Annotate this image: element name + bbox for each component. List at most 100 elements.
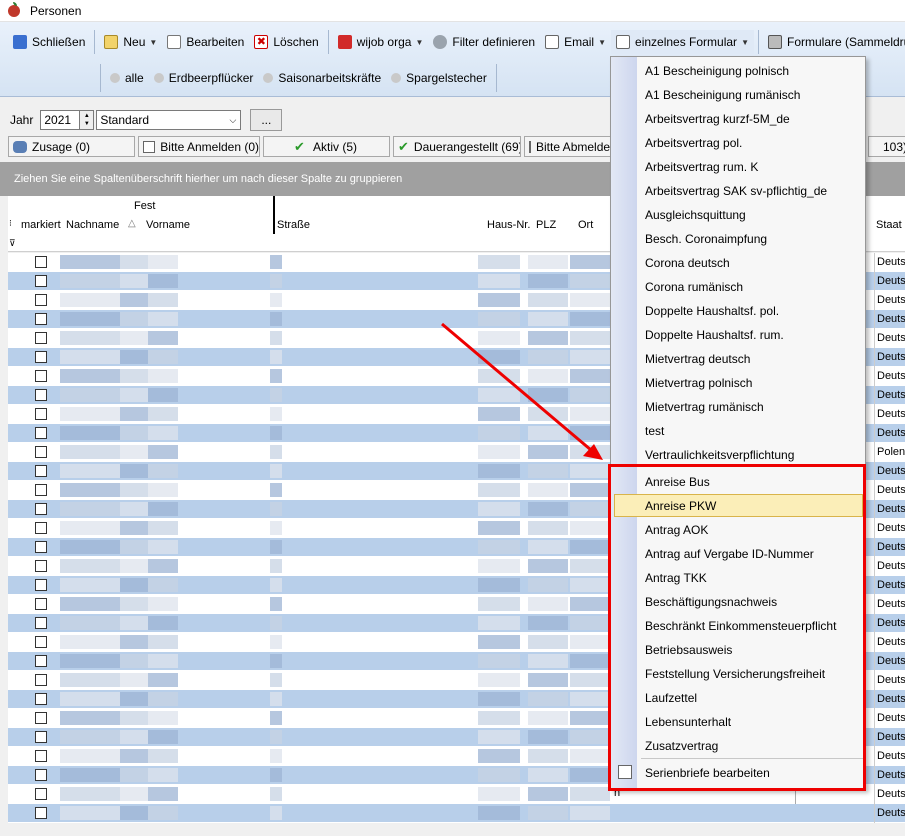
filter-zusage[interactable]: Zusage (0) <box>8 136 135 157</box>
delete-button[interactable]: ✖ Löschen <box>249 30 323 54</box>
menu-item-edit-serial-letters[interactable]: Serienbriefe bearbeiten <box>645 766 770 780</box>
column-header-marked[interactable]: markiert <box>21 219 61 231</box>
filter-bitte-abmelden[interactable]: Bitte Abmelden <box>524 136 612 157</box>
row-checkbox[interactable] <box>35 275 47 287</box>
row-checkbox[interactable] <box>35 750 47 762</box>
row-checkbox[interactable] <box>35 313 47 325</box>
quickfilter-strawberry-pickers[interactable]: Erdbeerpflücker <box>149 66 259 90</box>
row-checkbox[interactable] <box>35 636 47 648</box>
row-checkbox[interactable] <box>35 503 47 515</box>
menu-item-form[interactable]: Beschränkt Einkommensteuerpflicht <box>645 619 836 633</box>
column-header-lastname[interactable]: Nachname <box>66 219 119 231</box>
blurred-cell <box>478 749 520 763</box>
blurred-cell <box>148 597 178 611</box>
row-country-cell: Deuts <box>874 462 905 481</box>
row-checkbox[interactable] <box>35 427 47 439</box>
menu-item-form[interactable]: Arbeitsvertrag rum. K <box>645 160 758 174</box>
filter-more[interactable]: 103) <box>868 136 905 157</box>
row-country-cell: Deuts <box>874 804 905 823</box>
menu-item-form[interactable]: Feststellung Versicherungsfreiheit <box>645 667 825 681</box>
row-checkbox[interactable] <box>35 807 47 819</box>
menu-item-form[interactable]: A1 Bescheinigung polnisch <box>645 64 789 78</box>
menu-item-form[interactable]: Anreise Bus <box>645 475 710 489</box>
row-checkbox[interactable] <box>35 446 47 458</box>
column-header-zip[interactable]: PLZ <box>536 219 556 231</box>
row-checkbox[interactable] <box>35 332 47 344</box>
menu-item-form[interactable]: Corona rumänisch <box>645 280 743 294</box>
view-select[interactable]: Standard ⌵ <box>96 110 242 130</box>
row-checkbox[interactable] <box>35 674 47 686</box>
row-checkbox[interactable] <box>35 712 47 724</box>
filter-row-icon[interactable]: ⊽ <box>9 238 16 249</box>
menu-item-form[interactable]: A1 Bescheinigung rumänisch <box>645 88 800 102</box>
filter-bitte-anmelden[interactable]: Bitte Anmelden (0) <box>138 136 260 157</box>
menu-item-form[interactable]: Arbeitsvertrag SAK sv-pflichtig_de <box>645 184 827 198</box>
menu-item-form[interactable]: Besch. Coronaimpfung <box>645 232 767 246</box>
batch-forms-button[interactable]: Formulare (Sammeldruck) <box>763 30 905 54</box>
menu-item-form[interactable]: Arbeitsvertrag pol. <box>645 136 742 150</box>
edit-button[interactable]: Bearbeiten <box>162 30 249 54</box>
row-checkbox[interactable] <box>35 256 47 268</box>
row-checkbox[interactable] <box>35 522 47 534</box>
email-button[interactable]: Email ▼ <box>540 30 611 54</box>
year-input[interactable]: 2021 <box>40 110 81 130</box>
wijob-orga-button[interactable]: wijob orga ▼ <box>333 30 429 54</box>
menu-item-form[interactable]: Corona deutsch <box>645 256 730 270</box>
year-spinner[interactable]: ▲ ▼ <box>80 110 95 130</box>
row-checkbox[interactable] <box>35 484 47 496</box>
menu-item-form[interactable]: Zusatzvertrag <box>645 739 718 753</box>
close-button[interactable]: Schließen <box>8 30 90 54</box>
menu-item-form[interactable]: Mietvertrag polnisch <box>645 376 752 390</box>
define-filter-button[interactable]: Filter definieren <box>428 30 540 54</box>
row-checkbox[interactable] <box>35 731 47 743</box>
menu-item-form[interactable]: Ausgleichsquittung <box>645 208 746 222</box>
menu-item-form[interactable]: Vertraulichkeitsverpflichtung <box>645 448 794 462</box>
menu-item-form[interactable]: test <box>645 424 664 438</box>
menu-item-form[interactable]: Mietvertrag rumänisch <box>645 400 764 414</box>
row-checkbox[interactable] <box>35 370 47 382</box>
column-header-firstname[interactable]: Vorname <box>146 219 190 231</box>
new-button[interactable]: Neu ▼ <box>99 30 162 54</box>
row-checkbox[interactable] <box>35 408 47 420</box>
menu-item-form[interactable]: Beschäftigungsnachweis <box>645 595 777 609</box>
single-form-button[interactable]: einzelnes Formular ▼ <box>611 30 754 54</box>
row-checkbox[interactable] <box>35 389 47 401</box>
column-header-city[interactable]: Ort <box>578 219 593 231</box>
column-chooser-icon[interactable]: ⁝ <box>9 218 12 229</box>
row-checkbox[interactable] <box>35 579 47 591</box>
row-checkbox[interactable] <box>35 655 47 667</box>
menu-item-form[interactable]: Antrag auf Vergabe ID-Nummer <box>645 547 814 561</box>
column-header-street[interactable]: Straße <box>277 219 310 231</box>
column-header-country[interactable]: Staat <box>876 219 902 231</box>
column-splitter[interactable] <box>273 196 275 234</box>
menu-item-form[interactable]: Lebensunterhalt <box>645 715 731 729</box>
menu-item-form[interactable]: Laufzettel <box>645 691 697 705</box>
menu-item-form[interactable]: Mietvertrag deutsch <box>645 352 750 366</box>
row-checkbox[interactable] <box>35 598 47 610</box>
row-checkbox[interactable] <box>35 294 47 306</box>
quickfilter-asparagus-cutters[interactable]: Spargelstecher <box>386 66 492 90</box>
filter-aktiv[interactable]: ✔ Aktiv (5) <box>263 136 390 157</box>
menu-item-form[interactable]: Anreise PKW <box>645 499 716 513</box>
menu-item-form[interactable]: Antrag TKK <box>645 571 707 585</box>
row-checkbox[interactable] <box>35 560 47 572</box>
row-checkbox[interactable] <box>35 541 47 553</box>
menu-item-form[interactable]: Doppelte Haushaltsf. pol. <box>645 304 779 318</box>
row-checkbox[interactable] <box>35 617 47 629</box>
row-checkbox[interactable] <box>35 769 47 781</box>
column-header-houseno[interactable]: Haus-Nr. <box>487 219 530 231</box>
row-checkbox[interactable] <box>35 788 47 800</box>
column-header-fest[interactable]: Fest <box>134 200 155 212</box>
filter-dauerangestellt[interactable]: ✔ Dauerangestellt (69) <box>393 136 521 157</box>
row-checkbox[interactable] <box>35 693 47 705</box>
quickfilter-all[interactable]: alle <box>105 66 149 90</box>
row-checkbox[interactable] <box>35 465 47 477</box>
menu-item-form[interactable]: Doppelte Haushaltsf. rum. <box>645 328 784 342</box>
row-checkbox[interactable] <box>35 351 47 363</box>
more-button[interactable]: ... <box>250 109 283 131</box>
menu-item-form[interactable]: Antrag AOK <box>645 523 708 537</box>
table-row[interactable]: Deuts <box>8 804 905 823</box>
menu-item-form[interactable]: Betriebsausweis <box>645 643 732 657</box>
quickfilter-seasonal-workers[interactable]: Saisonarbeitskräfte <box>258 66 386 90</box>
menu-item-form[interactable]: Arbeitsvertrag kurzf-5M_de <box>645 112 790 126</box>
